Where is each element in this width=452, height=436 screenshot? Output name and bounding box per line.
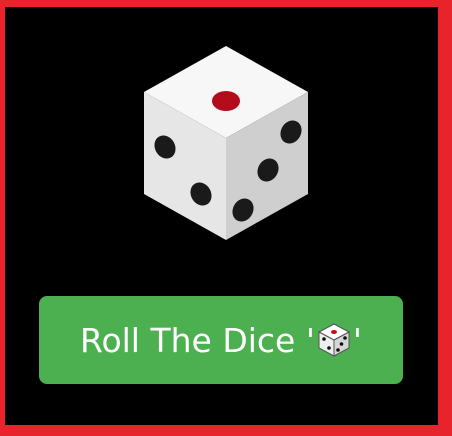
dice-icon xyxy=(144,46,308,240)
game-die-icon xyxy=(316,322,352,358)
dice-image xyxy=(136,40,316,246)
dice-panel: Roll The Dice ' ' xyxy=(5,7,438,425)
dice-top-pip xyxy=(212,91,240,111)
roll-button-label-prefix: Roll The Dice ' xyxy=(80,320,315,360)
roll-button-label-suffix: ' xyxy=(352,320,362,360)
roll-dice-button[interactable]: Roll The Dice ' ' xyxy=(39,296,403,384)
app-frame: Roll The Dice ' ' xyxy=(0,0,452,436)
